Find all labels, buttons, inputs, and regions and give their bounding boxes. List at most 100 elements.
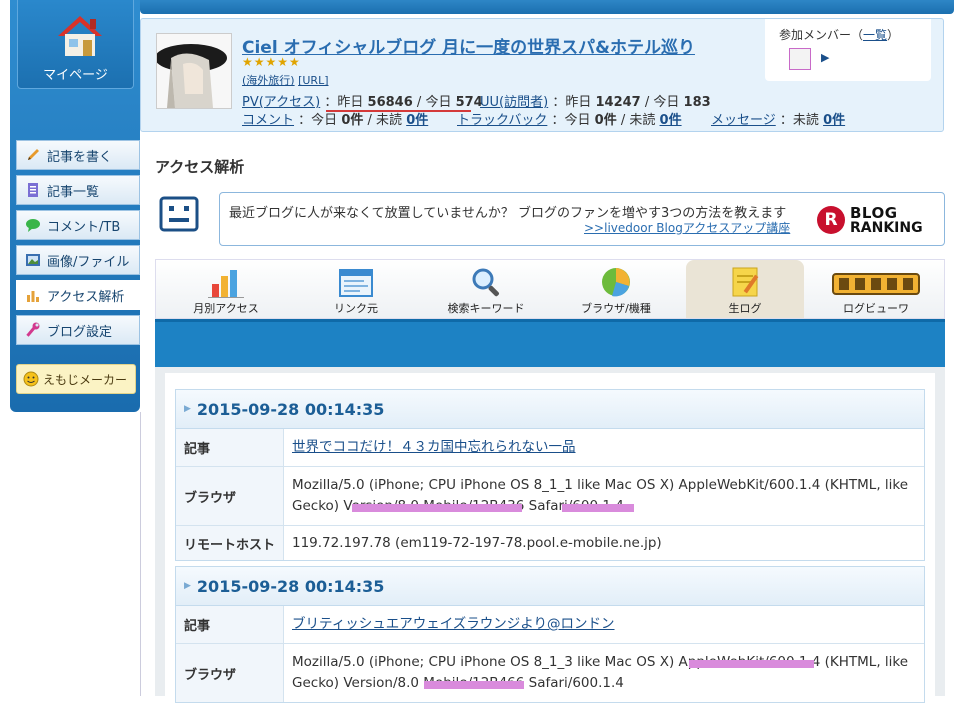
promo-link[interactable]: >>livedoor Blogアクセスアップ講座 [584, 221, 790, 235]
uu-today-label: 今日 [653, 95, 680, 110]
pv-today-label: 今日 [425, 95, 452, 110]
tab-label: ブラウザ/機種 [581, 302, 651, 315]
log-row-browser: ブラウザ Mozilla/5.0 (iPhone; CPU iPhone OS … [176, 644, 924, 702]
trackback-today-value: 0件 [594, 113, 617, 128]
article-link[interactable]: 世界でココだけ！４３カ国中忘れられない一品 [292, 437, 576, 458]
tab-label: リンク元 [334, 302, 378, 315]
tab-monthly-access[interactable]: 月別アクセス [161, 260, 291, 318]
top-strip [140, 0, 954, 14]
sidebar-item-access[interactable]: アクセス解析 [16, 280, 140, 310]
blog-title-link[interactable]: Ciel オフィシャルブログ 月に一度の世界スパ&ホテル巡り [242, 33, 695, 58]
sidebar-item-label: ブログ設定 [47, 324, 113, 340]
comment-unread-link[interactable]: 0件 [406, 113, 428, 128]
sidebar-item-write[interactable]: 記事を書く [16, 140, 140, 170]
row-label: 記事 [176, 429, 284, 466]
sidebar-item-label: アクセス解析 [47, 289, 125, 305]
comment-today-label: 今日 [311, 113, 338, 128]
log-datetime: 2015-09-28 00:14:35 [196, 399, 385, 419]
robot-mascot-icon [159, 196, 199, 232]
pv-stat: PV(アクセス) ：昨日 56846 / 今日 574 [242, 95, 483, 110]
blog-category: (海外旅行) [URL] [242, 72, 329, 88]
play-arrow-icon[interactable]: ▶ [821, 51, 829, 64]
browser-ua: Mozilla/5.0 (iPhone; CPU iPhone OS 8_1_3… [292, 654, 909, 691]
sidebar-footer-space [20, 412, 141, 696]
tab-search-keyword[interactable]: 検索キーワード [421, 260, 551, 318]
comment-today-value: 0件 [341, 113, 364, 128]
sidebar-item-articles[interactable]: 記事一覧 [16, 175, 140, 205]
trackback-unread-link[interactable]: 0件 [660, 113, 682, 128]
tab-label: 生ログ [728, 302, 762, 315]
triangle-icon: ▶ [184, 581, 191, 591]
comment-unread-label: 未読 [376, 113, 403, 128]
raw-log-area: ▶ 2015-09-28 00:14:35 記事 世界でココだけ！４３カ国中忘れ… [155, 367, 945, 703]
message-link[interactable]: メッセージ [711, 113, 776, 128]
blog-avatar[interactable] [156, 33, 232, 109]
raw-log-list: ▶ 2015-09-28 00:14:35 記事 世界でココだけ！４３カ国中忘れ… [165, 373, 935, 703]
row-label: ブラウザ [176, 467, 284, 525]
tab-label: ログビューワ [843, 302, 909, 315]
sidebar-item-label: 画像/ファイル [47, 254, 130, 270]
comment-stat: コメント ：今日 0件 / 未読 0件 [242, 113, 429, 128]
pv-yesterday-label: 昨日 [337, 95, 364, 110]
sidebar-item-comments[interactable]: コメント/TB [16, 210, 140, 240]
triangle-icon: ▶ [184, 404, 191, 414]
category-link[interactable]: (海外旅行) [242, 74, 295, 87]
member-avatar[interactable] [789, 48, 811, 70]
pie-chart-icon [602, 268, 630, 297]
redaction-mark [424, 681, 524, 689]
blog-ranking-logo[interactable]: R BLOG RANKING [817, 201, 937, 239]
wrench-icon [26, 322, 40, 337]
bar-chart-icon [208, 270, 244, 298]
members-list-link[interactable]: 一覧 [863, 28, 887, 42]
pv-yesterday-value: 56846 [367, 95, 413, 110]
sidebar: マイページ 記事を書く 記事一覧 コメント/TB 画像/ファイル アクセス解析 … [10, 0, 140, 412]
sidebar-item-label: 記事を書く [47, 149, 113, 165]
trackback-link[interactable]: トラックバック [457, 113, 547, 128]
house-icon [58, 16, 102, 56]
message-unread-link[interactable]: 0件 [823, 113, 845, 128]
members-close: ） [887, 28, 900, 42]
uu-today-value: 183 [683, 95, 711, 110]
trackback-stat: トラックバック ：今日 0件 / 未読 0件 [457, 113, 682, 128]
page-title: アクセス解析 [155, 158, 245, 176]
row-label: リモートホスト [176, 526, 284, 560]
pv-today-value: 574 [455, 95, 483, 110]
sidebar-item-label: 記事一覧 [47, 184, 100, 200]
sidebar-item-settings[interactable]: ブログ設定 [16, 315, 140, 345]
article-link[interactable]: ブリティッシュエアウェイズラウンジより@ロンドン [292, 614, 615, 635]
log-entry-header: ▶ 2015-09-28 00:14:35 [176, 390, 924, 429]
row-label: 記事 [176, 606, 284, 643]
redaction-mark [562, 504, 634, 512]
tab-label: 月別アクセス [193, 302, 259, 315]
redaction-mark [689, 660, 814, 668]
uu-link[interactable]: UU(訪問者) [480, 95, 548, 110]
log-entry: ▶ 2015-09-28 00:14:35 記事 世界でココだけ！４３カ国中忘れ… [175, 389, 925, 561]
sidebar-item-images[interactable]: 画像/ファイル [16, 245, 140, 275]
tab-browser-device[interactable]: ブラウザ/機種 [551, 260, 681, 318]
mypage-button[interactable]: マイページ [17, 0, 134, 89]
url-link[interactable]: [URL] [298, 74, 328, 87]
emoji-maker-button[interactable]: えもじメーカー [16, 364, 136, 394]
ranking-word-ranking: RANKING [850, 220, 923, 236]
sidebar-item-label: コメント/TB [47, 219, 121, 235]
log-viewer-logo-icon [832, 273, 920, 295]
tab-referrer[interactable]: リンク元 [291, 260, 421, 318]
members-panel: 参加メンバー（一覧） ▶ [765, 19, 931, 81]
members-label: 参加メンバー（ [779, 28, 864, 42]
tab-log-viewer[interactable]: ログビューワ [811, 260, 941, 318]
avatar-illustration [157, 34, 231, 108]
pv-link[interactable]: PV(アクセス) [242, 95, 320, 110]
tab-raw-log[interactable]: 生ログ [686, 260, 804, 318]
blog-info-panel: Ciel オフィシャルブログ 月に一度の世界スパ&ホテル巡り ★★★★★ (海外… [140, 18, 944, 132]
magnifier-icon [472, 268, 499, 297]
log-datetime: 2015-09-28 00:14:35 [196, 576, 385, 596]
document-icon [28, 183, 38, 197]
trackback-unread-label: 未読 [629, 113, 656, 128]
smiley-icon [23, 371, 39, 387]
row-label: ブラウザ [176, 644, 284, 702]
mypage-label: マイページ [43, 68, 108, 83]
comment-link[interactable]: コメント [242, 113, 294, 128]
pencil-icon [28, 149, 39, 160]
message-stat: メッセージ ：未読 0件 [711, 113, 846, 128]
log-row-browser: ブラウザ Mozilla/5.0 (iPhone; CPU iPhone OS … [176, 467, 924, 526]
